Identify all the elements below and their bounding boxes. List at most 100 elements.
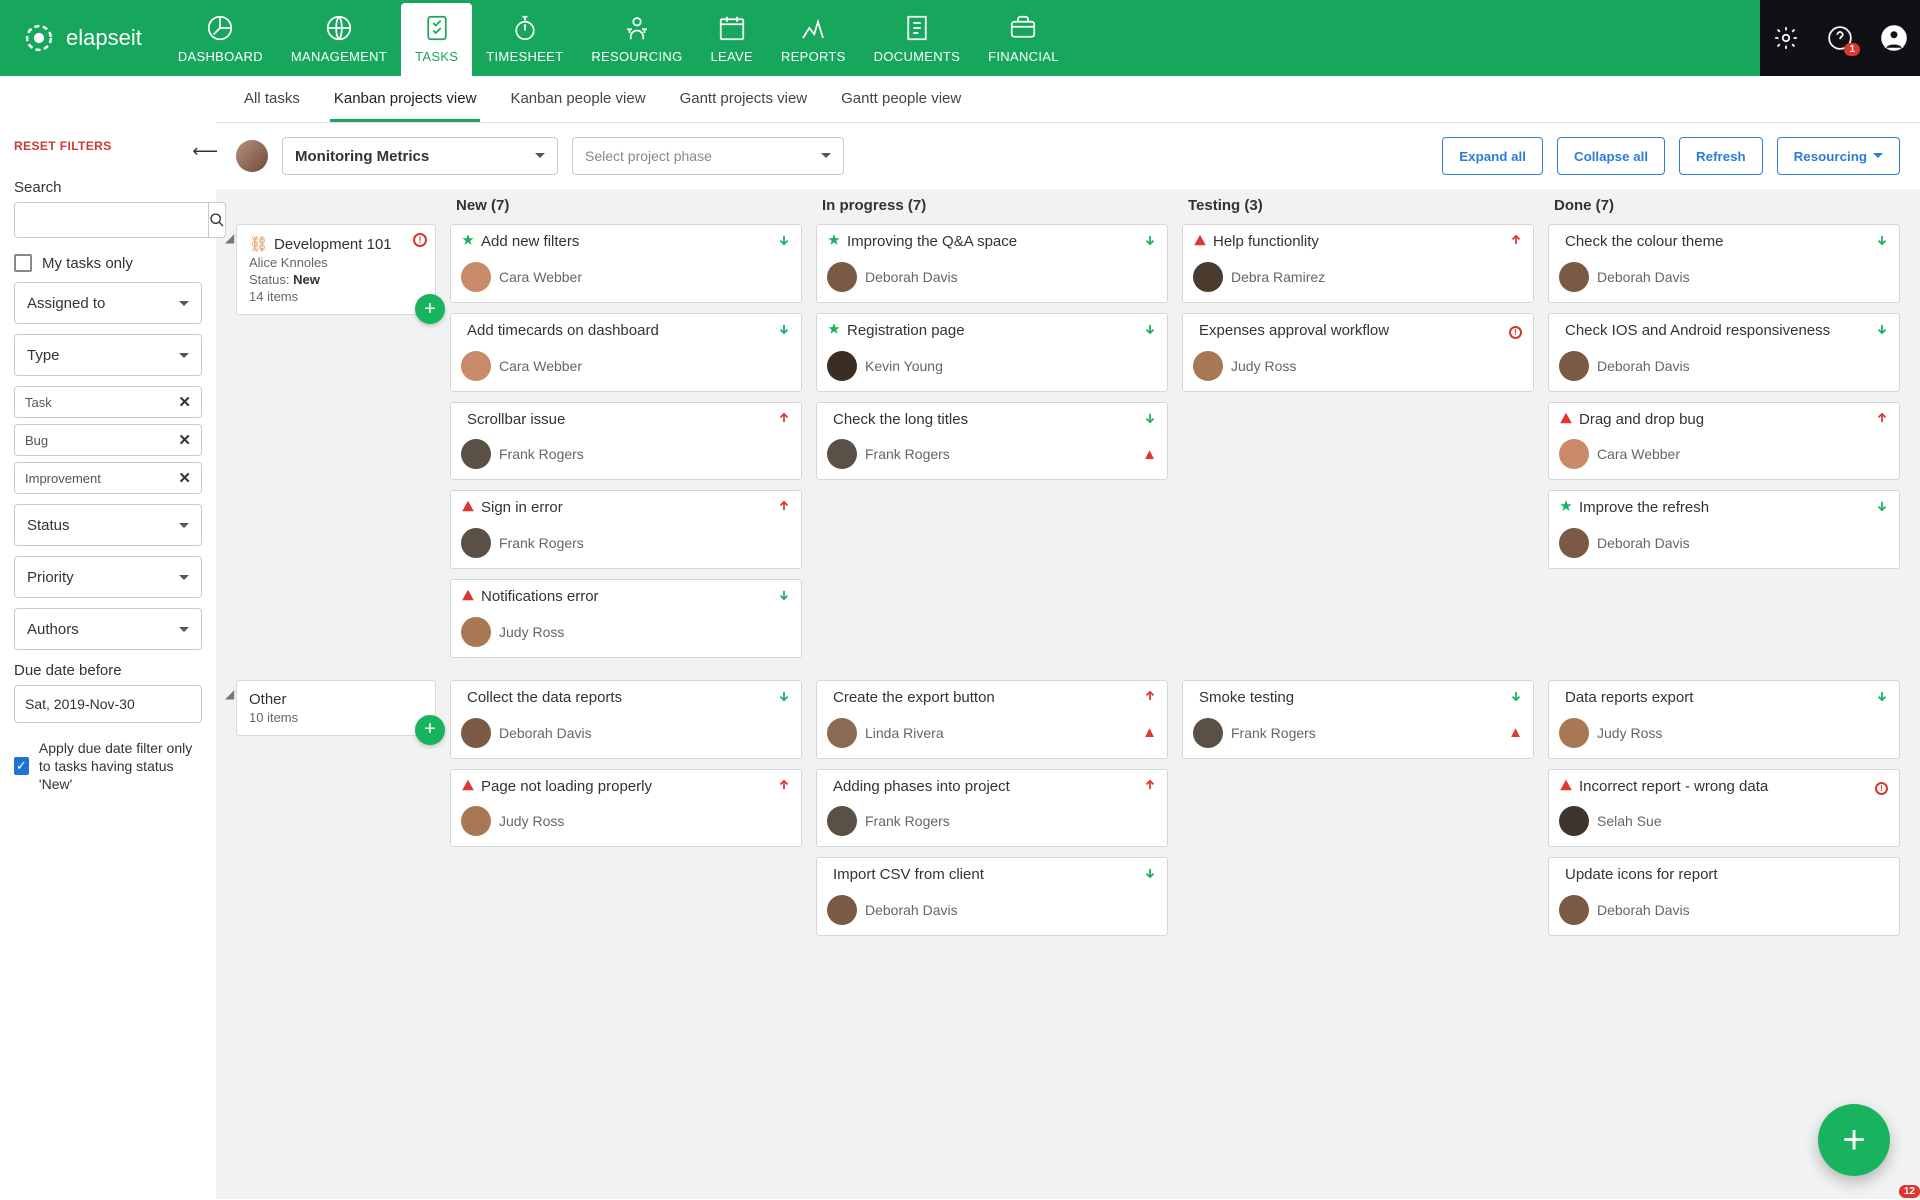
task-card[interactable]: Drag and drop bugCara Webber [1548,402,1900,481]
nav-financial[interactable]: FINANCIAL [974,3,1073,76]
type-chip-improvement[interactable]: Improvement✕ [14,462,202,494]
kanban-column: Help functionlityDebra Ramirez Expenses a… [1182,224,1534,658]
task-card[interactable]: Add new filtersCara Webber [450,224,802,303]
task-title: Improving the Q&A space [847,233,1137,252]
task-card[interactable]: Incorrect report - wrong data!Selah Sue [1548,769,1900,848]
subtab-kanban-projects-view[interactable]: Kanban projects view [330,76,481,122]
task-card[interactable]: Sign in errorFrank Rogers [450,490,802,569]
task-card[interactable]: Scrollbar issueFrank Rogers [450,402,802,481]
resourcing-button[interactable]: Resourcing [1777,137,1900,175]
phase-select[interactable]: Select project phase [572,137,844,175]
lane-header[interactable]: ◢Other10 items+ [236,680,436,736]
task-title: Data reports export [1565,689,1869,708]
nav-management[interactable]: MANAGEMENT [277,3,401,76]
warning-icon: ▲ [1142,446,1157,463]
logo-icon [22,21,56,55]
nav-leave[interactable]: LEAVE [696,3,766,76]
status-dropdown[interactable]: Status [14,504,202,546]
type-dropdown[interactable]: Type [14,334,202,376]
nav-resourcing[interactable]: RESOURCING [577,3,696,76]
assignee-avatar [461,528,491,558]
project-avatar[interactable] [236,140,268,172]
task-type-icon [461,233,475,250]
type-chip-bug[interactable]: Bug✕ [14,424,202,456]
remove-chip-icon[interactable]: ✕ [178,431,191,449]
collapse-lane-icon[interactable]: ◢ [225,687,234,701]
task-card[interactable]: Improving the Q&A spaceDeborah Davis [816,224,1168,303]
subtab-gantt-projects-view[interactable]: Gantt projects view [676,76,812,122]
kanban-column: Smoke testingFrank Rogers▲ [1182,680,1534,936]
subtab-gantt-people-view[interactable]: Gantt people view [837,76,965,122]
assignee-name: Frank Rogers [865,446,950,462]
task-card[interactable]: Help functionlityDebra Ramirez [1182,224,1534,303]
task-card[interactable]: Improve the refreshDeborah Davis [1548,490,1900,569]
task-card[interactable]: Check IOS and Android responsivenessDebo… [1548,313,1900,392]
expand-all-button[interactable]: Expand all [1442,137,1543,175]
nav-documents[interactable]: DOCUMENTS [860,3,974,76]
add-to-lane-button[interactable]: + [415,715,445,745]
search-input[interactable] [14,202,208,238]
task-card[interactable]: Add timecards on dashboardCara Webber [450,313,802,392]
remove-chip-icon[interactable]: ✕ [178,393,191,411]
task-card[interactable]: Collect the data reportsDeborah Davis [450,680,802,759]
assignee-name: Judy Ross [499,813,564,829]
task-card[interactable]: Page not loading properly Judy Ross [450,769,802,848]
assignee-name: Frank Rogers [1231,725,1316,741]
subtab-all-tasks[interactable]: All tasks [240,76,304,122]
filter-sidebar: ⟵ RESET FILTERS Search My tasks only Ass… [0,123,216,1199]
task-card[interactable]: Expenses approval workflow!Judy Ross [1182,313,1534,392]
assignee-name: Linda Rivera [865,725,944,741]
task-card[interactable]: Create the export buttonLinda Rivera▲ [816,680,1168,759]
assignee-name: Deborah Davis [1597,902,1690,918]
assignee-avatar [827,718,857,748]
priority-icon [777,588,791,606]
collapse-lane-icon[interactable]: ◢ [225,231,234,245]
task-type-icon [461,499,475,516]
nav-reports[interactable]: REPORTS [767,3,860,76]
nav-tasks[interactable]: TASKS [401,3,472,76]
reset-filters-link[interactable]: RESET FILTERS [14,139,112,153]
nav-dashboard[interactable]: DASHBOARD [164,3,277,76]
priority-icon [1143,778,1157,796]
task-title: Check the long titles [833,411,1137,430]
brand[interactable]: elapseit [0,0,164,76]
due-date-label: Due date before [14,662,202,679]
assignee-avatar [1559,262,1589,292]
help-icon[interactable]: 1 [1820,18,1860,58]
refresh-button[interactable]: Refresh [1679,137,1763,175]
nav-timesheet[interactable]: TIMESHEET [472,3,577,76]
task-card[interactable]: Registration pageKevin Young [816,313,1168,392]
task-card[interactable]: Import CSV from clientDeborah Davis [816,857,1168,936]
task-card[interactable]: Check the long titles Frank Rogers ▲ [816,402,1168,481]
add-to-lane-button[interactable]: + [415,294,445,324]
assignee-name: Judy Ross [1231,358,1296,374]
settings-gear-icon[interactable] [1766,18,1806,58]
column-header: New (7) [450,197,802,214]
task-title: Notifications error [481,588,771,607]
task-card[interactable]: Update icons for reportDeborah Davis [1548,857,1900,936]
task-card[interactable]: Data reports exportJudy Ross [1548,680,1900,759]
profile-avatar-icon[interactable] [1874,18,1914,58]
type-chip-task[interactable]: Task✕ [14,386,202,418]
search-button[interactable] [208,202,226,238]
priority-dropdown[interactable]: Priority [14,556,202,598]
task-card[interactable]: Adding phases into projectFrank Rogers [816,769,1168,848]
my-tasks-checkbox[interactable]: My tasks only [14,254,202,272]
subtab-kanban-people-view[interactable]: Kanban people view [506,76,649,122]
task-title: Page not loading properly [481,778,771,797]
task-card[interactable]: Notifications errorJudy Ross [450,579,802,658]
add-task-fab[interactable]: + [1818,1104,1890,1176]
board-content: Monitoring Metrics Select project phase … [216,123,1920,1199]
due-date-input[interactable]: Sat, 2019-Nov-30 [14,685,202,723]
collapse-all-button[interactable]: Collapse all [1557,137,1665,175]
collapse-sidebar-icon[interactable]: ⟵ [192,141,218,162]
assigned-to-dropdown[interactable]: Assigned to [14,282,202,324]
authors-dropdown[interactable]: Authors [14,608,202,650]
project-select[interactable]: Monitoring Metrics [282,137,558,175]
kanban-board: New (7)In progress (7)Testing (3)Done (7… [216,189,1920,1199]
remove-chip-icon[interactable]: ✕ [178,469,191,487]
task-card[interactable]: Check the colour themeDeborah Davis [1548,224,1900,303]
apply-due-date-checkbox[interactable]: ✓Apply due date filter only to tasks hav… [14,739,202,794]
lane-header[interactable]: ◢⛓Development 101Alice KnnolesStatus: Ne… [236,224,436,315]
task-card[interactable]: Smoke testingFrank Rogers▲ [1182,680,1534,759]
